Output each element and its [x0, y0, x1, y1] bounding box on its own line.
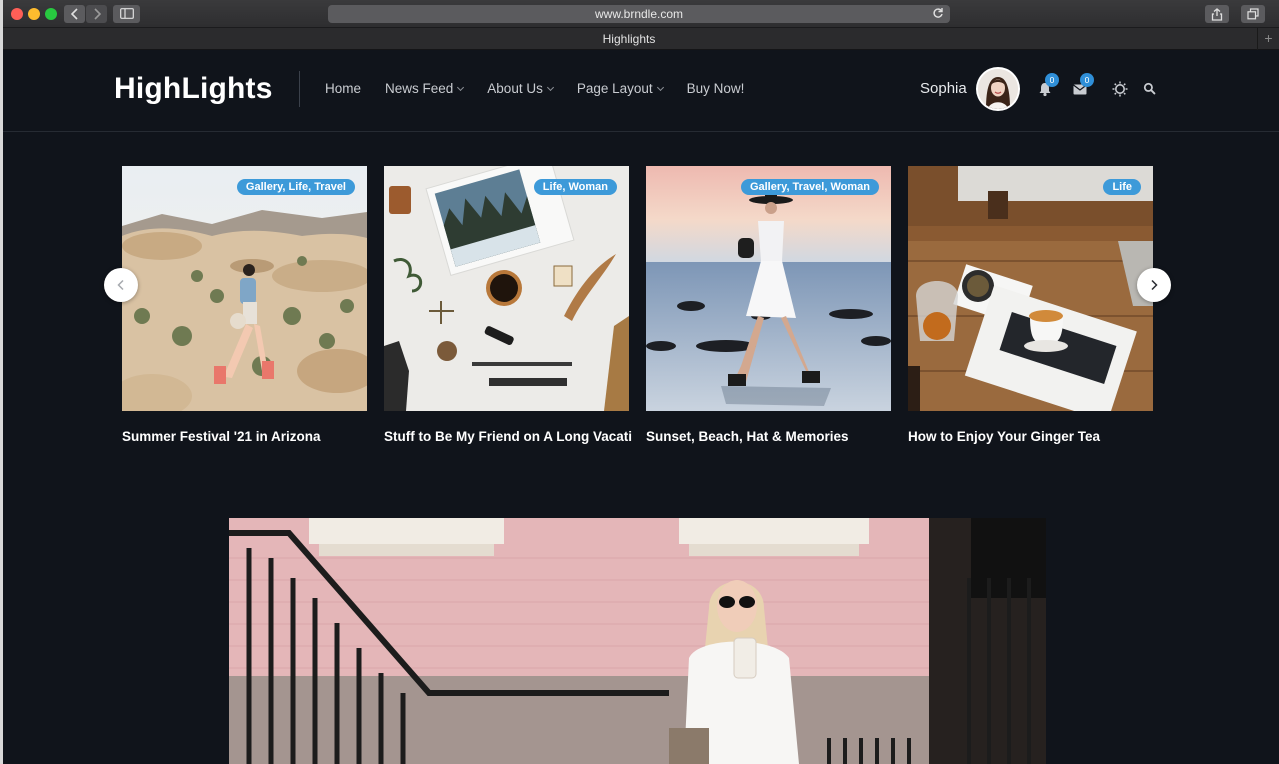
- post-image[interactable]: Life: [908, 166, 1153, 411]
- tabs-icon: [1247, 8, 1259, 20]
- post-title[interactable]: Summer Festival '21 in Arizona: [122, 429, 370, 444]
- desert-hiker-image: [122, 166, 367, 411]
- messages-badge: 0: [1080, 73, 1094, 87]
- nav-news-feed[interactable]: News Feed: [385, 81, 465, 96]
- chevron-right-icon: [1151, 279, 1158, 291]
- sun-icon[interactable]: [1112, 81, 1128, 97]
- category-tag[interactable]: Gallery, Travel, Woman: [740, 179, 879, 195]
- chevron-down-icon: [546, 83, 554, 91]
- back-button[interactable]: [64, 5, 85, 23]
- chevron-left-icon: [70, 8, 78, 20]
- notifications-badge: 0: [1045, 73, 1059, 87]
- post-image[interactable]: Gallery, Life, Travel: [122, 166, 367, 411]
- beach-walk-image: [646, 166, 891, 411]
- nav-label: Buy Now!: [686, 81, 745, 96]
- nav-page-layout[interactable]: Page Layout: [576, 81, 664, 96]
- url-text: www.brndle.com: [594, 7, 684, 21]
- tea-table-image: [908, 166, 1153, 411]
- search-icon[interactable]: [1143, 82, 1156, 95]
- sidebar-toggle-button[interactable]: [113, 5, 140, 23]
- chevron-down-icon: [457, 83, 465, 91]
- share-icon: [1211, 8, 1223, 21]
- site-header: HighLights Home News Feed About Us Page …: [3, 50, 1279, 132]
- nav-label: About Us: [487, 81, 543, 96]
- nav-about-us[interactable]: About Us: [487, 81, 554, 96]
- category-tag[interactable]: Gallery, Life, Travel: [236, 179, 355, 195]
- browser-toolbar: www.brndle.com: [3, 0, 1279, 28]
- chevron-down-icon: [656, 83, 664, 91]
- carousel-next-button[interactable]: [1137, 268, 1171, 302]
- carousel-prev-button[interactable]: [104, 268, 138, 302]
- nav-label: Page Layout: [576, 81, 653, 96]
- nav-home[interactable]: Home: [325, 81, 361, 96]
- reload-icon[interactable]: [932, 7, 944, 19]
- desk-flatlay-image: [384, 166, 629, 411]
- tab-bar: Highlights +: [3, 28, 1279, 50]
- sidebar-icon: [119, 8, 134, 19]
- nav-label: Home: [325, 81, 362, 96]
- user-photo: [978, 69, 1018, 109]
- post-image[interactable]: Life, Woman: [384, 166, 629, 411]
- site-logo[interactable]: HighLights: [114, 72, 273, 106]
- category-tag[interactable]: Life, Woman: [533, 179, 617, 195]
- post-title[interactable]: Sunset, Beach, Hat & Memories: [646, 429, 894, 444]
- post-image[interactable]: Gallery, Travel, Woman: [646, 166, 891, 411]
- post-title[interactable]: Stuff to Be My Friend on A Long Vacation: [384, 429, 632, 444]
- tab-title[interactable]: Highlights: [3, 32, 1255, 46]
- browser-window: www.brndle.com Highlights + HighLights H…: [3, 0, 1279, 764]
- address-bar[interactable]: www.brndle.com: [328, 5, 950, 23]
- share-button[interactable]: [1205, 5, 1229, 23]
- tabs-overview-button[interactable]: [1241, 5, 1265, 23]
- chevron-right-icon: [93, 8, 101, 20]
- featured-post-image[interactable]: [229, 518, 1046, 764]
- forward-button[interactable]: [86, 5, 107, 23]
- new-tab-button[interactable]: +: [1257, 28, 1279, 50]
- minimize-window-button[interactable]: [28, 8, 40, 20]
- close-window-button[interactable]: [11, 8, 23, 20]
- woman-pink-wall-image: [229, 518, 1046, 764]
- nav-label: News Feed: [385, 81, 454, 96]
- user-name[interactable]: Sophia: [920, 80, 967, 97]
- chevron-left-icon: [117, 279, 124, 291]
- post-title[interactable]: How to Enjoy Your Ginger Tea: [908, 429, 1156, 444]
- zoom-window-button[interactable]: [45, 8, 57, 20]
- avatar[interactable]: [976, 67, 1020, 111]
- category-tag[interactable]: Life: [1103, 179, 1141, 195]
- header-divider: [299, 71, 300, 107]
- nav-buy-now[interactable]: Buy Now!: [687, 81, 745, 96]
- main-navigation: Home News Feed About Us Page Layout Buy …: [325, 81, 768, 96]
